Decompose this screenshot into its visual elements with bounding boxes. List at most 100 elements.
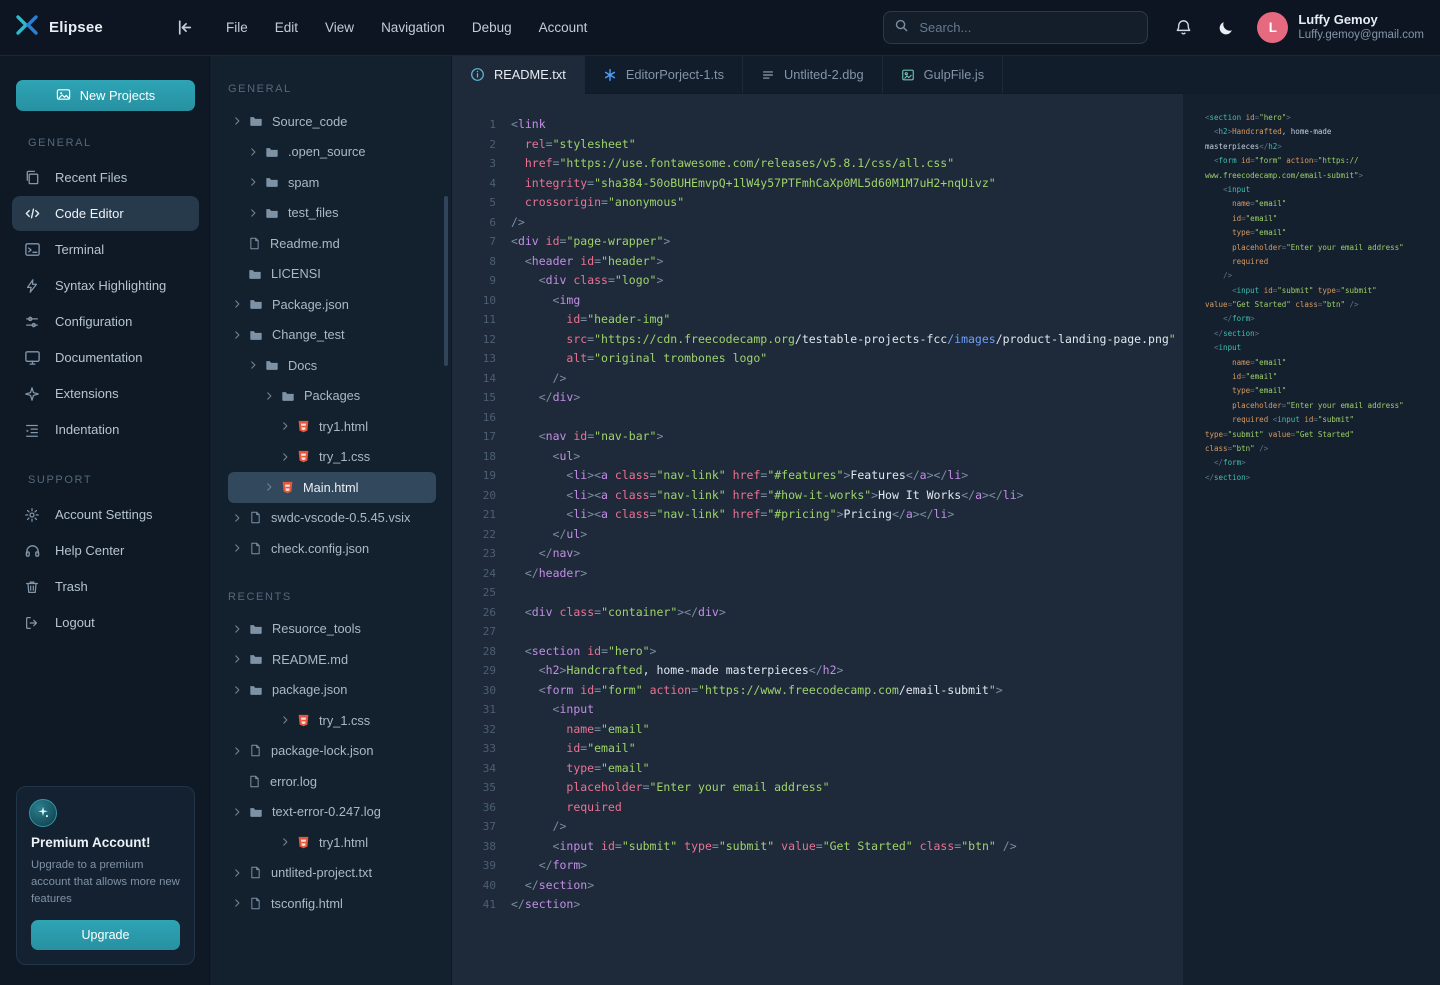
chevron-right-icon[interactable] [280, 837, 290, 847]
sidebar-item-code-editor[interactable]: Code Editor [12, 196, 199, 231]
sidebar-item-configuration[interactable]: Configuration [12, 304, 199, 339]
chevron-right-icon[interactable] [232, 624, 242, 634]
tree-item-open-source[interactable]: .open_source [212, 137, 451, 168]
folder-icon [265, 206, 279, 220]
tree-item-readme-md[interactable]: Readme.md [212, 228, 451, 259]
tree-item-label: Packages [304, 388, 360, 403]
collapse-sidebar-icon[interactable] [175, 18, 194, 37]
minimap-line: <h2>Handcrafted, home-made [1205, 125, 1440, 139]
menu-edit[interactable]: Edit [275, 20, 298, 35]
chevron-right-icon[interactable] [232, 543, 242, 553]
sidebar-item-documentation[interactable]: Documentation [12, 340, 199, 375]
chevron-right-icon[interactable] [232, 898, 242, 908]
chevron-right-icon[interactable] [248, 360, 258, 370]
chevron-right-icon[interactable] [264, 482, 274, 492]
chevron-right-icon[interactable] [280, 421, 290, 431]
tab-gulpfile-js[interactable]: GulpFile.js [883, 56, 1003, 93]
dark-mode-moon-icon[interactable] [1217, 19, 1235, 37]
tree-item-test-files[interactable]: test_files [212, 198, 451, 229]
line-number: 26 [452, 603, 496, 623]
tree-item-licensi[interactable]: LICENSI [212, 259, 451, 290]
code-line: 32 name="email" [452, 720, 1183, 740]
minimap-line: required <input id="submit" [1205, 413, 1440, 427]
tree-item-resuorce-tools[interactable]: Resuorce_tools [212, 614, 451, 645]
folder-icon [249, 652, 263, 666]
code-line: 33 id="email" [452, 739, 1183, 759]
tree-item-docs[interactable]: Docs [212, 350, 451, 381]
menu-debug[interactable]: Debug [472, 20, 512, 35]
sidebar-item-help-center[interactable]: Help Center [12, 533, 199, 568]
tree-item-change-test[interactable]: Change_test [212, 320, 451, 351]
tree-item-label: Docs [288, 358, 317, 373]
chevron-right-icon[interactable] [248, 208, 258, 218]
tree-item-packages[interactable]: Packages [212, 381, 451, 412]
sidebar-item-account-settings[interactable]: Account Settings [12, 497, 199, 532]
tree-item-package-json[interactable]: package.json [212, 675, 451, 706]
chevron-right-icon[interactable] [232, 299, 242, 309]
tree-item-main-html[interactable]: Main.html [228, 472, 436, 503]
tree-item-try1-html[interactable]: try1.html [212, 827, 451, 858]
folder-icon [248, 267, 262, 281]
sidebar-item-indentation[interactable]: Indentation [12, 412, 199, 447]
chevron-right-icon[interactable] [280, 452, 290, 462]
chevron-right-icon[interactable] [232, 116, 242, 126]
chevron-right-icon[interactable] [232, 807, 242, 817]
chevron-right-icon[interactable] [232, 685, 242, 695]
tab-editorporject-1-ts[interactable]: EditorPorject-1.ts [585, 56, 743, 93]
tree-item-text-error-0-247-log[interactable]: text-error-0.247.log [212, 797, 451, 828]
chevron-right-icon[interactable] [280, 715, 290, 725]
chevron-right-icon[interactable] [232, 330, 242, 340]
tree-item-source-code[interactable]: Source_code [212, 106, 451, 137]
sidebar-item-trash[interactable]: Trash [12, 569, 199, 604]
tree-item-readme-md[interactable]: README.md [212, 644, 451, 675]
tree-item-tsconfig-html[interactable]: tsconfig.html [212, 888, 451, 919]
tab-untlited-2-dbg[interactable]: Untlited-2.dbg [743, 56, 883, 93]
tree-item-spam[interactable]: spam [212, 167, 451, 198]
menu-navigation[interactable]: Navigation [381, 20, 445, 35]
code-text: id="header-img" [496, 310, 670, 330]
sidebar-item-recent-files[interactable]: Recent Files [12, 160, 199, 195]
code-text: <img [496, 291, 580, 311]
line-number: 1 [452, 115, 496, 135]
explorer-scrollbar[interactable] [444, 196, 448, 366]
tab-readme-txt[interactable]: README.txt [452, 56, 585, 93]
tree-item-try-1-css[interactable]: try_1.css [212, 442, 451, 473]
sidebar-item-syntax-highlighting[interactable]: Syntax Highlighting [12, 268, 199, 303]
minimap-line: placeholder="Enter your email address" [1205, 399, 1440, 413]
sidebar-item-extensions[interactable]: Extensions [12, 376, 199, 411]
sidebar-item-label: Terminal [55, 242, 104, 257]
chevron-right-icon[interactable] [232, 513, 242, 523]
code-line: 19 <li><a class="nav-link" href="#featur… [452, 466, 1183, 486]
minimap-line: type="submit" value="Get Started" [1205, 428, 1440, 442]
sidebar-item-terminal[interactable]: Terminal [12, 232, 199, 267]
avatar[interactable]: L [1257, 12, 1288, 43]
tree-item-package-json[interactable]: Package.json [212, 289, 451, 320]
new-projects-button[interactable]: New Projects [16, 80, 195, 111]
code-area[interactable]: 1<link2 rel="stylesheet"3 href="https://… [452, 94, 1183, 985]
line-number: 19 [452, 466, 496, 486]
chevron-right-icon[interactable] [248, 147, 258, 157]
tree-item-untlited-project-txt[interactable]: untlited-project.txt [212, 858, 451, 889]
chevron-right-icon[interactable] [248, 177, 258, 187]
search-input[interactable] [917, 19, 1137, 36]
search-box[interactable] [883, 11, 1148, 44]
sidebar-item-logout[interactable]: Logout [12, 605, 199, 640]
tree-item-check-config-json[interactable]: check.config.json [212, 533, 451, 564]
upgrade-button[interactable]: Upgrade [31, 920, 180, 950]
notifications-bell-icon[interactable] [1174, 18, 1193, 37]
menu-file[interactable]: File [226, 20, 248, 35]
chevron-right-icon[interactable] [264, 391, 274, 401]
minimap-line: placeholder="Enter your email address" [1205, 241, 1440, 255]
tree-item-swdc-vscode-0-5-45-vsix[interactable]: swdc-vscode-0.5.45.vsix [212, 503, 451, 534]
tree-item-try1-html[interactable]: try1.html [212, 411, 451, 442]
chevron-right-icon[interactable] [232, 654, 242, 664]
code-line: 37 /> [452, 817, 1183, 837]
menu-view[interactable]: View [325, 20, 354, 35]
chevron-right-icon[interactable] [232, 868, 242, 878]
tree-item-error-log[interactable]: error.log [212, 766, 451, 797]
minimap[interactable]: <section id="hero"> <h2>Handcrafted, hom… [1183, 94, 1440, 985]
tree-item-package-lock-json[interactable]: package-lock.json [212, 736, 451, 767]
menu-account[interactable]: Account [539, 20, 588, 35]
chevron-right-icon[interactable] [232, 746, 242, 756]
tree-item-try-1-css[interactable]: try_1.css [212, 705, 451, 736]
